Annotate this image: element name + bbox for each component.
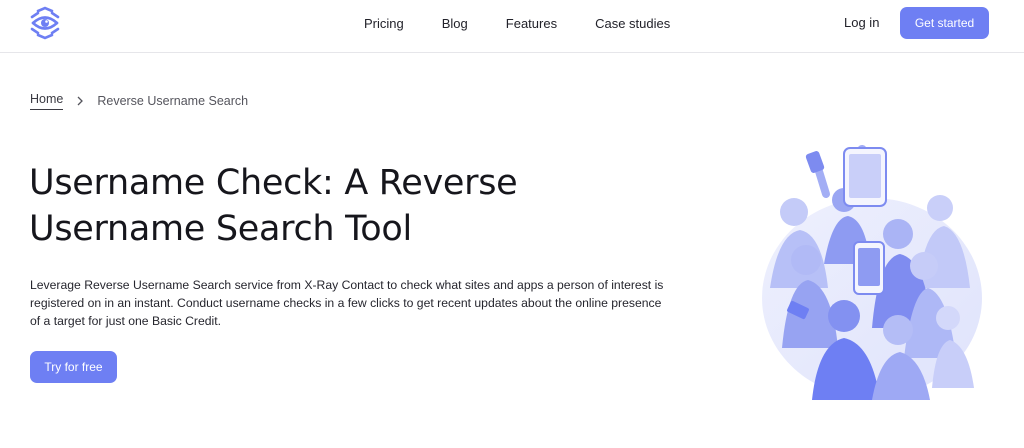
login-link[interactable]: Log in [844,15,879,30]
get-started-button[interactable]: Get started [900,7,989,39]
try-for-free-button[interactable]: Try for free [30,351,117,383]
breadcrumb: Home Reverse Username Search [30,92,248,110]
page-title: Username Check: A Reverse Username Searc… [29,163,518,249]
main-nav: Pricing Blog Features Case studies [364,0,708,46]
breadcrumb-home-link[interactable]: Home [30,92,64,110]
breadcrumb-current: Reverse Username Search [97,94,249,108]
logo-icon[interactable] [28,6,62,40]
nav-link-blog[interactable]: Blog [442,16,468,31]
chevron-right-icon [77,96,84,106]
nav-link-pricing[interactable]: Pricing [364,16,404,31]
hero-description: Leverage Reverse Username Search service… [30,278,664,328]
top-navbar: Pricing Blog Features Case studies Log i… [0,0,1024,53]
nav-link-features[interactable]: Features [506,16,557,31]
crowd-with-phones-illustration [762,145,982,400]
nav-link-case-studies[interactable]: Case studies [595,16,670,31]
